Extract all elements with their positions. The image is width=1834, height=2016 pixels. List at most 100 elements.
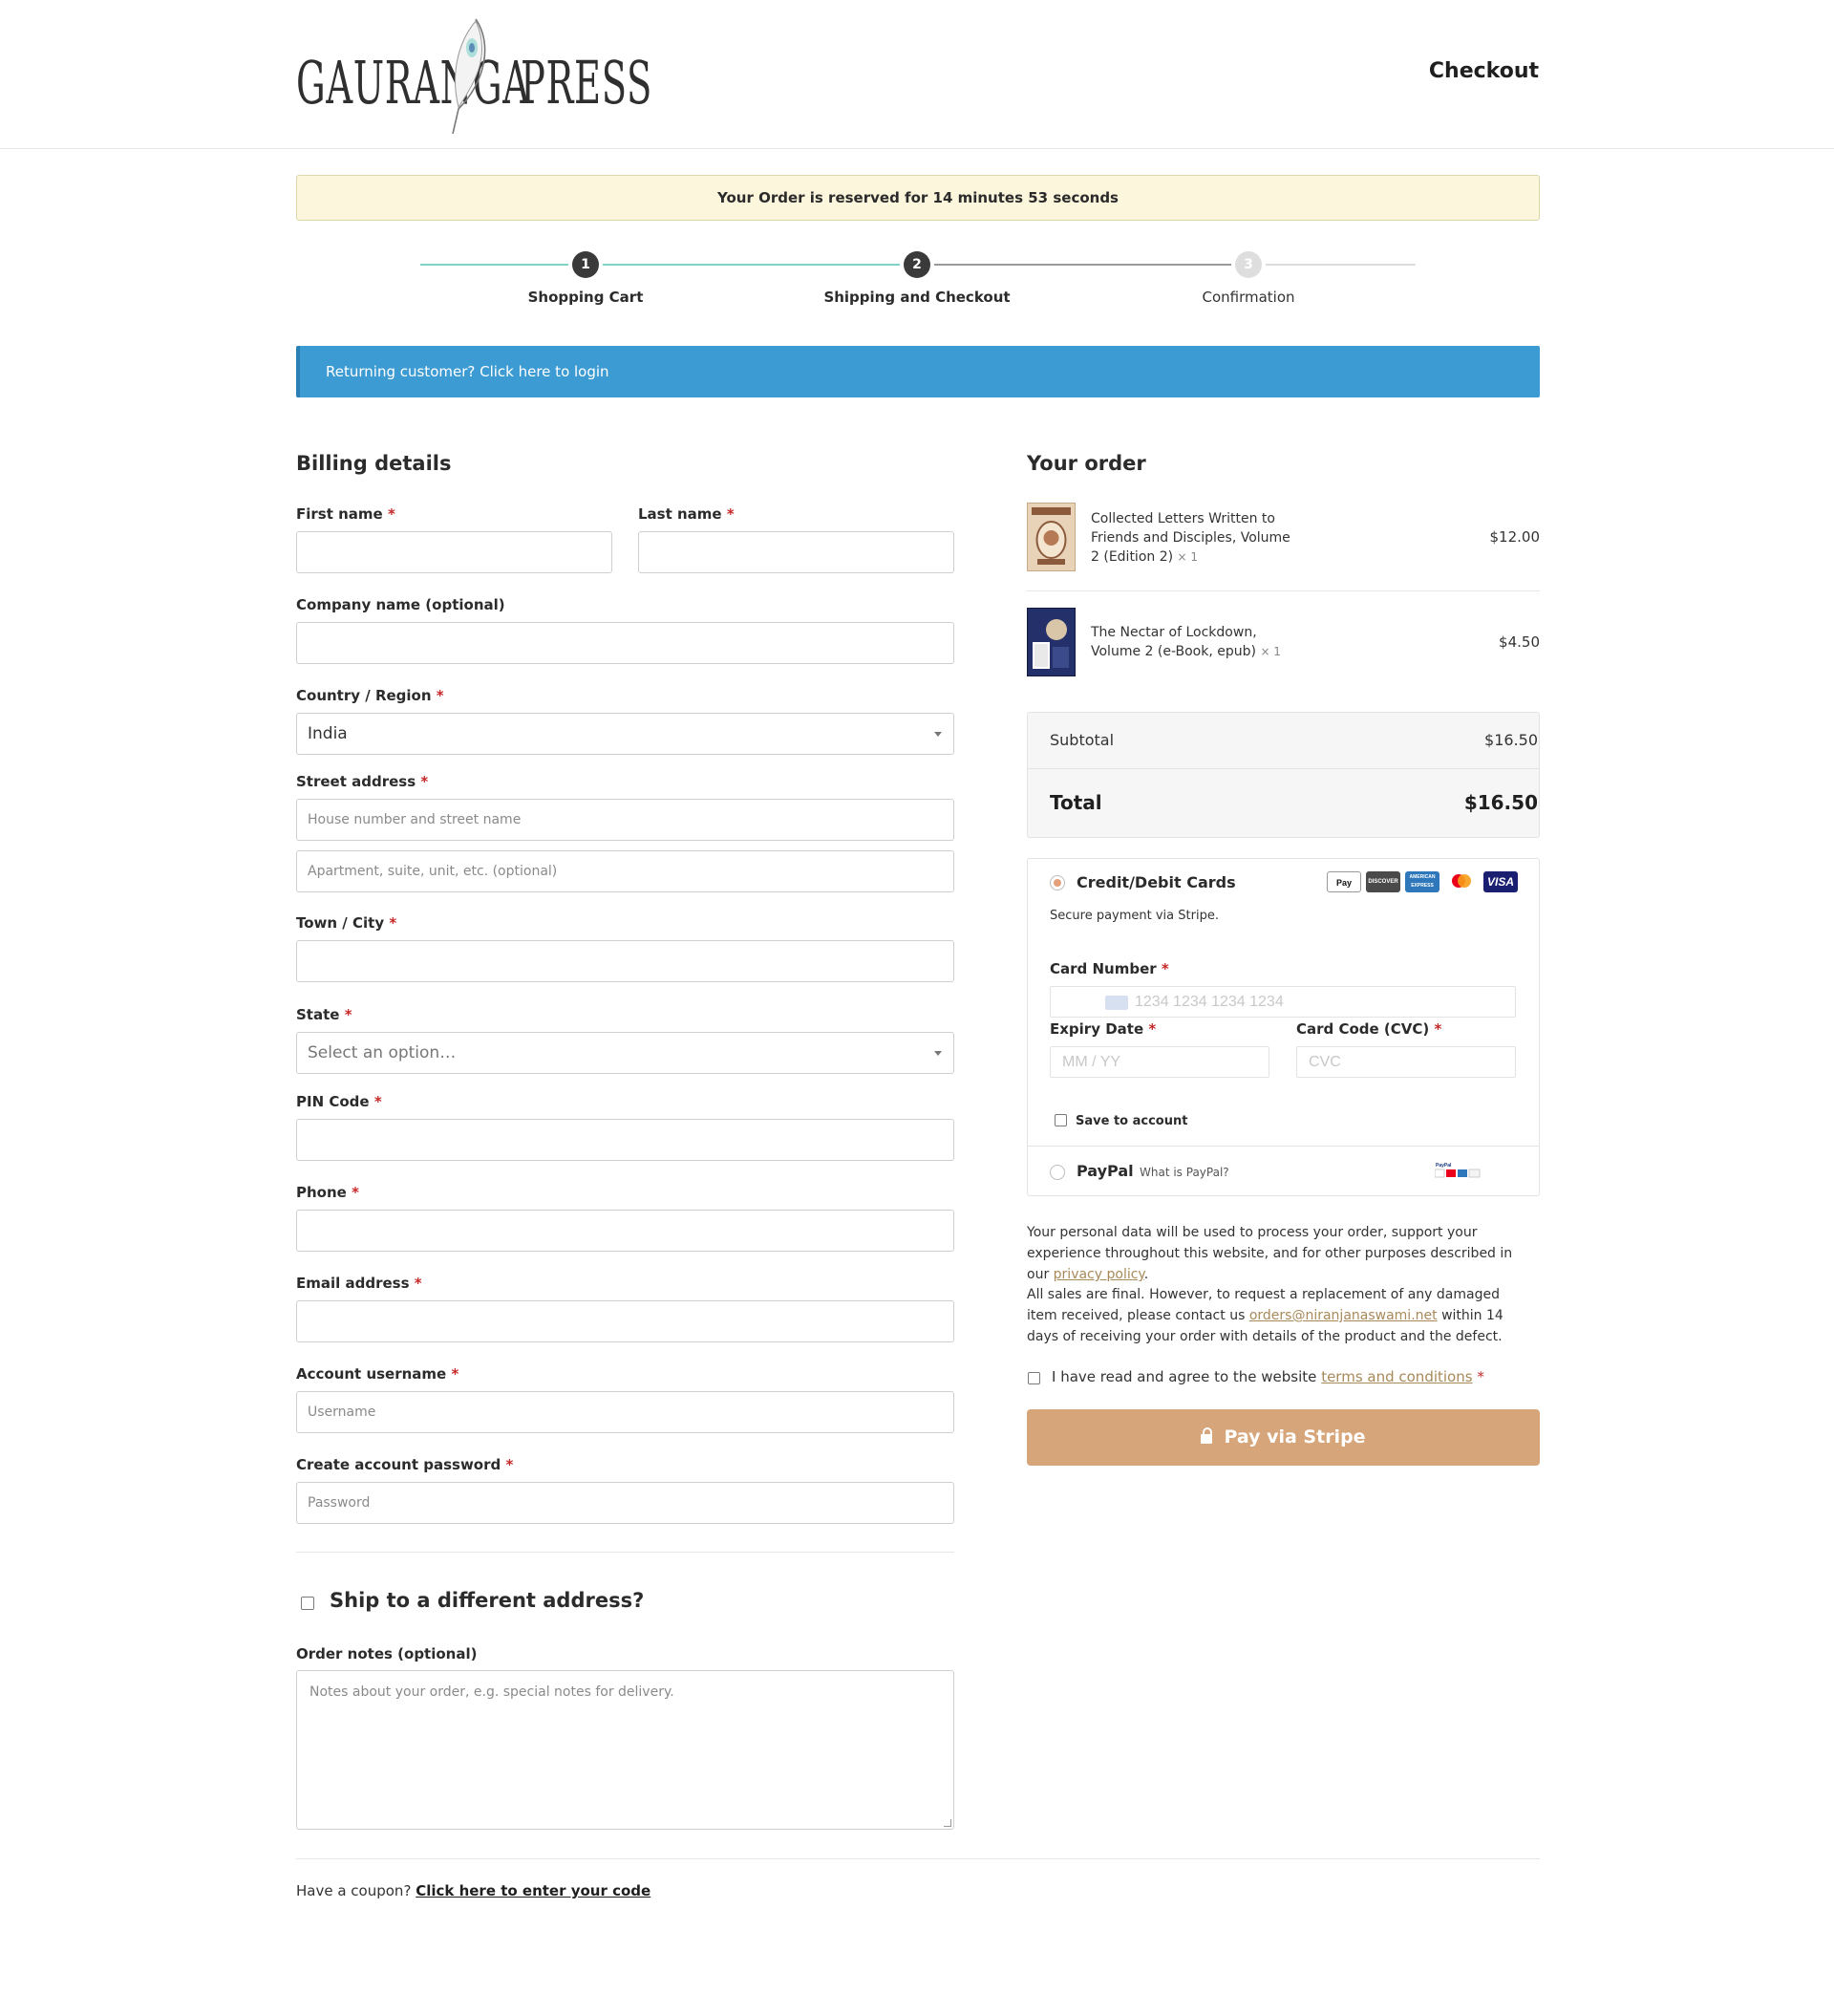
state-select[interactable]: Select an option…: [296, 1032, 954, 1074]
site-logo[interactable]: GAURANGA PRESS: [296, 15, 651, 136]
card-number-placeholder: 1234 1234 1234 1234: [1135, 994, 1284, 1010]
payment-methods: Credit/Debit Cards Secure payment via St…: [1027, 858, 1540, 1196]
privacy-policy-link[interactable]: privacy policy: [1054, 1267, 1144, 1282]
visa-icon: VISA: [1483, 871, 1518, 892]
section-divider: [296, 1552, 954, 1553]
resize-handle-icon[interactable]: [944, 1819, 951, 1827]
city-input[interactable]: [296, 940, 954, 982]
reservation-minutes: 14 minutes: [932, 189, 1024, 206]
billing-title: Billing details: [296, 452, 452, 475]
totals-divider: [1028, 768, 1539, 769]
terms-text: I have read and agree to the website: [1052, 1368, 1317, 1385]
orders-email-link[interactable]: orders@niranjanaswami.net: [1249, 1308, 1438, 1323]
company-label: Company name (optional): [296, 596, 505, 613]
paypal-cards-icon: PayPal: [1435, 1163, 1481, 1178]
terms-label[interactable]: I have read and agree to the website ter…: [1052, 1368, 1484, 1385]
logo-text-right: PRESS: [521, 48, 652, 118]
last-name-input[interactable]: [638, 531, 954, 573]
reservation-text: Your Order is reserved for: [717, 189, 928, 206]
pay-button-label: Pay via Stripe: [1224, 1426, 1366, 1448]
card-payment-radio[interactable]: [1050, 875, 1065, 890]
mastercard-logo-icon: [1452, 874, 1471, 888]
password-label: Create account password *: [296, 1456, 514, 1473]
card-payment-title[interactable]: Credit/Debit Cards: [1077, 873, 1236, 891]
privacy-notice: Your personal data will be used to proce…: [1027, 1222, 1524, 1285]
order-item-price: $4.50: [1499, 633, 1540, 651]
ship-different-checkbox[interactable]: [301, 1597, 314, 1610]
username-label: Account username *: [296, 1365, 459, 1383]
subtotal-label: Subtotal: [1050, 731, 1115, 749]
terms-link[interactable]: terms and conditions: [1321, 1368, 1472, 1385]
phone-input[interactable]: [296, 1210, 954, 1252]
ship-different-label[interactable]: Ship to a different address?: [330, 1589, 644, 1612]
paypal-title[interactable]: PayPal: [1077, 1162, 1134, 1180]
step-2-marker: 2: [904, 251, 930, 278]
coupon-link[interactable]: Click here to enter your code: [416, 1882, 650, 1899]
cvc-label: Card Code (CVC) *: [1296, 1020, 1442, 1038]
chevron-down-icon: [934, 1051, 942, 1056]
coupon-text: Have a coupon?: [296, 1882, 412, 1899]
order-item-price: $12.00: [1489, 528, 1541, 546]
pin-code-input[interactable]: [296, 1119, 954, 1161]
cvc-input[interactable]: CVC: [1296, 1046, 1516, 1078]
save-to-account-checkbox[interactable]: [1055, 1114, 1067, 1126]
credit-card-icon: [1105, 996, 1128, 1010]
payment-divider: [1028, 1146, 1539, 1147]
street-address-2-input[interactable]: Apartment, suite, unit, etc. (optional): [296, 850, 954, 892]
privacy-end: .: [1143, 1267, 1149, 1282]
feather-icon: [452, 18, 486, 135]
step-line-done: [420, 264, 917, 266]
pay-via-stripe-button[interactable]: Pay via Stripe: [1027, 1409, 1540, 1466]
footer-divider: [296, 1858, 1540, 1859]
street-label: Street address *: [296, 773, 429, 790]
order-item-divider: [1027, 590, 1540, 591]
book-cover-icon: [1032, 507, 1071, 565]
country-value: India: [308, 724, 348, 743]
save-to-account-label[interactable]: Save to account: [1076, 1114, 1187, 1128]
amex-icon: AMERICAN EXPRESS: [1405, 871, 1439, 892]
site-header: GAURANGA PRESS Checkout: [0, 0, 1834, 149]
lock-icon: [1201, 1427, 1213, 1444]
subtotal-value: $16.50: [1484, 731, 1538, 749]
step-1-marker[interactable]: 1: [572, 251, 599, 278]
company-input[interactable]: [296, 622, 954, 664]
apple-pay-icon: Pay: [1327, 871, 1361, 892]
what-is-paypal-link[interactable]: What is PayPal?: [1140, 1166, 1229, 1179]
password-input[interactable]: Password: [296, 1482, 954, 1524]
total-label: Total: [1050, 791, 1102, 814]
card-number-label: Card Number *: [1050, 960, 1169, 977]
email-input[interactable]: [296, 1300, 954, 1342]
card-payment-desc: Secure payment via Stripe.: [1050, 909, 1219, 923]
expiry-input[interactable]: MM / YY: [1050, 1046, 1269, 1078]
discover-icon: DISCOVER: [1366, 871, 1400, 892]
step-3-marker: 3: [1235, 251, 1262, 278]
product-thumbnail: [1027, 503, 1076, 571]
country-label: Country / Region *: [296, 687, 444, 704]
terms-checkbox[interactable]: [1028, 1372, 1040, 1384]
street-address-input[interactable]: House number and street name: [296, 799, 954, 841]
username-input[interactable]: Username: [296, 1391, 954, 1433]
phone-label: Phone *: [296, 1184, 359, 1201]
order-notes-textarea[interactable]: Notes about your order, e.g. special not…: [296, 1670, 954, 1830]
city-label: Town / City *: [296, 914, 397, 932]
order-item-name: The Nectar of Lockdown, Volume 2 (e-Book…: [1091, 625, 1281, 659]
paypal-radio[interactable]: [1050, 1165, 1065, 1180]
email-label: Email address *: [296, 1275, 422, 1292]
mastercard-icon: [1444, 871, 1479, 892]
product-thumbnail: [1027, 608, 1076, 676]
step-3-label: Confirmation: [1202, 289, 1295, 306]
country-select[interactable]: India: [296, 713, 954, 755]
expiry-label: Expiry Date *: [1050, 1020, 1157, 1038]
first-name-input[interactable]: [296, 531, 612, 573]
card-number-input[interactable]: 1234 1234 1234 1234: [1050, 986, 1516, 1018]
step-line-pending: [1248, 264, 1416, 266]
order-item-name: Collected Letters Written to Friends and…: [1091, 511, 1290, 565]
chevron-down-icon: [934, 732, 942, 737]
order-totals: Subtotal $16.50 Total $16.50: [1027, 712, 1540, 838]
step-1-label[interactable]: Shopping Cart: [461, 289, 710, 306]
state-label: State *: [296, 1006, 352, 1023]
page-title: Checkout: [1428, 59, 1539, 83]
reservation-notice: Your Order is reserved for 14 minutes 53…: [296, 175, 1540, 221]
order-notes-placeholder: Notes about your order, e.g. special not…: [309, 1684, 674, 1700]
returning-customer-login-link[interactable]: Returning customer? Click here to login: [296, 346, 1540, 397]
